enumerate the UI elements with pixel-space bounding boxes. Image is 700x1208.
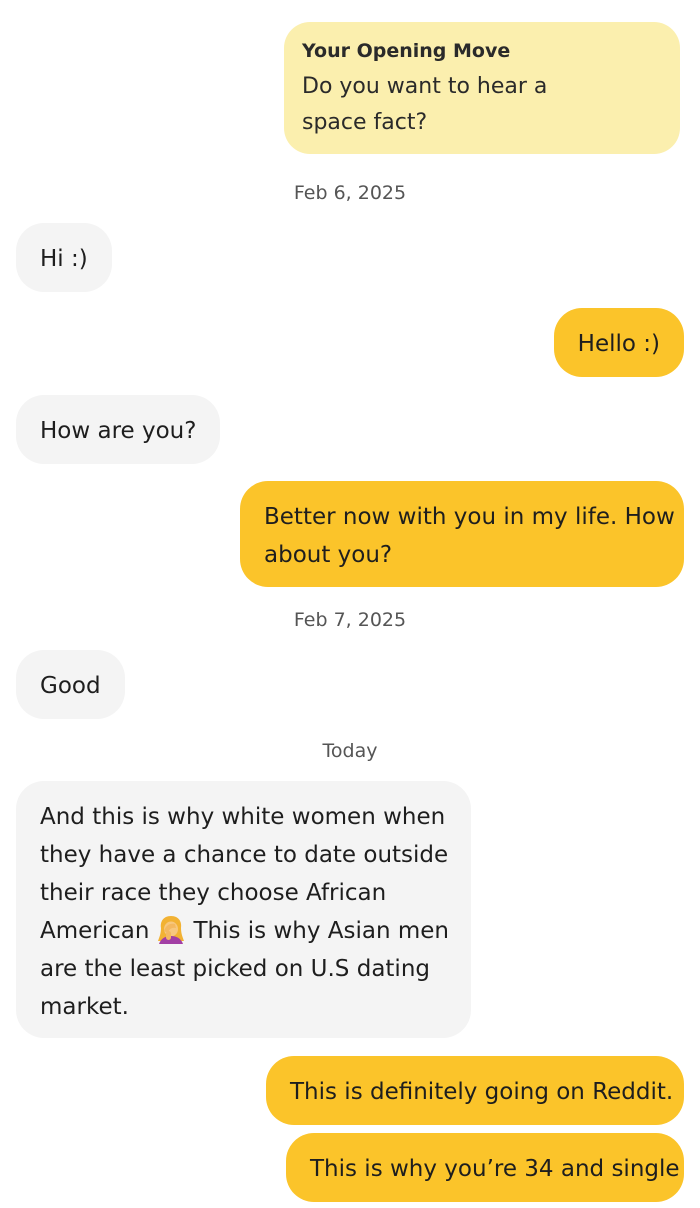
message-text: How are you? xyxy=(40,418,197,444)
incoming-message-hi[interactable]: Hi :) xyxy=(16,223,112,292)
outgoing-message-single[interactable]: This is why you’re 34 and single xyxy=(286,1133,684,1202)
date-separator-feb-6: Feb 6, 2025 xyxy=(293,182,407,204)
message-text: This is definitely going on Reddit. xyxy=(290,1079,674,1105)
message-text: Hi :) xyxy=(40,246,88,272)
date-separator-feb-7: Feb 7, 2025 xyxy=(293,609,407,631)
message-text-fragment: American xyxy=(40,918,150,944)
outgoing-message-better-now[interactable]: Better now with you in my life. How abou… xyxy=(240,481,684,587)
date-separator-today: Today xyxy=(322,740,378,762)
outgoing-message-reddit[interactable]: This is definitely going on Reddit. xyxy=(266,1056,684,1125)
incoming-message-how-are-you[interactable]: How are you? xyxy=(16,395,221,464)
message-text-line: they have a chance to date outside xyxy=(40,842,449,868)
message-text: Hello :) xyxy=(577,331,660,357)
opening-move-card: Your Opening Move Do you want to hear a … xyxy=(284,22,680,154)
message-text: This is why you’re 34 and single xyxy=(310,1156,680,1182)
woman-facepalming-emoji-icon xyxy=(155,914,187,944)
message-text: Good xyxy=(40,673,101,699)
message-text-line: about you? xyxy=(264,542,393,568)
incoming-message-good[interactable]: Good xyxy=(16,650,125,719)
message-text-line: are the least picked on U.S dating xyxy=(40,956,431,982)
message-text-line: market. xyxy=(40,994,129,1020)
opening-move-question: Do you want to hear a space fact? xyxy=(302,74,548,135)
message-text-line: And this is why white women when xyxy=(40,804,446,830)
message-text-line: their race they choose African xyxy=(40,880,387,906)
outgoing-message-hello[interactable]: Hello :) xyxy=(553,308,684,377)
message-text-line: American This is why Asian men xyxy=(40,912,449,950)
message-text-fragment: This is why Asian men xyxy=(193,918,449,944)
chat-thread: Your Opening Move Do you want to hear a … xyxy=(0,0,700,1208)
opening-move-title: Your Opening Move xyxy=(302,40,511,62)
message-text-line: Better now with you in my life. How xyxy=(264,504,675,530)
incoming-message-long[interactable]: And this is why white women when they ha… xyxy=(16,781,471,1038)
